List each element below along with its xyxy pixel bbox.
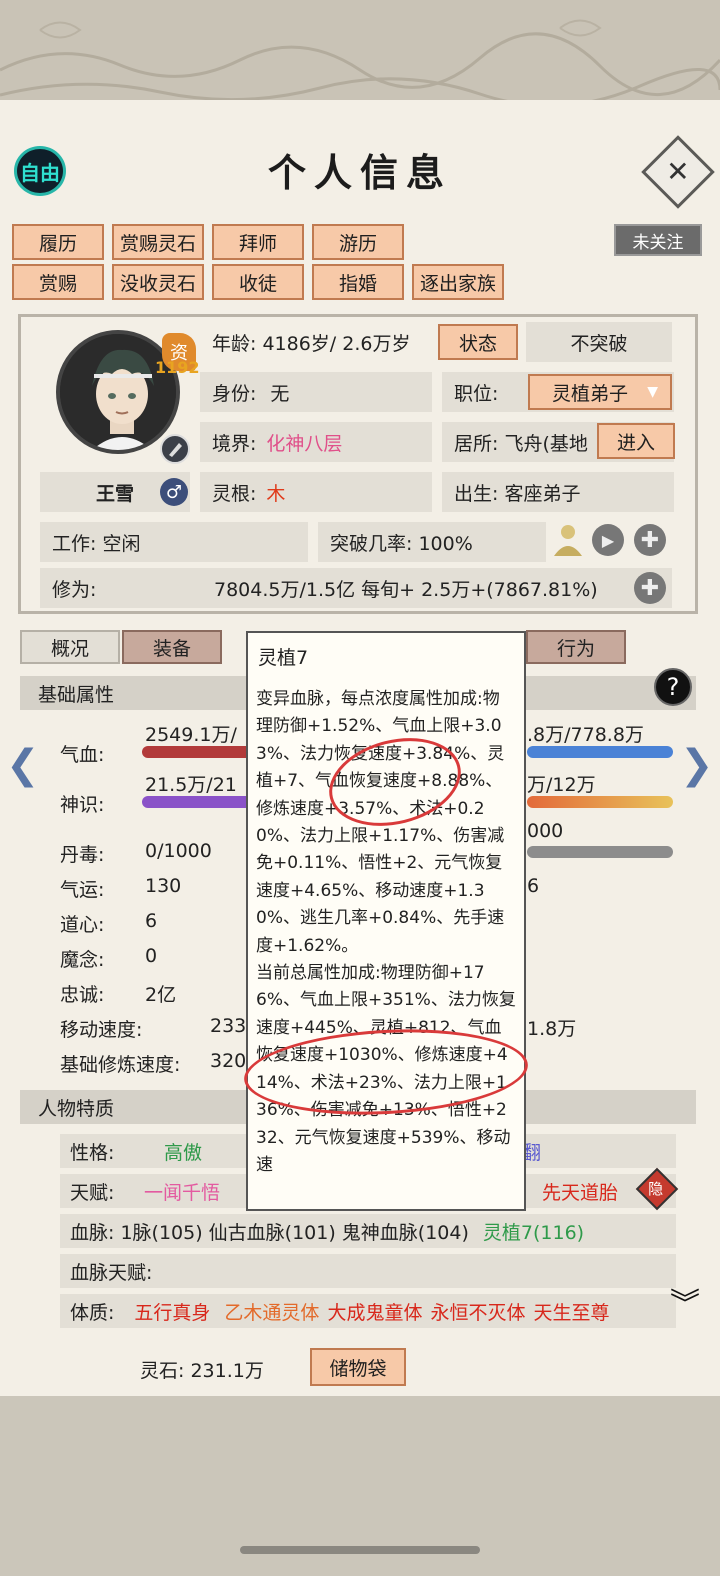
breakthrough-rate-field: 突破几率: 100% bbox=[318, 522, 546, 562]
male-gender-icon: ♂ bbox=[160, 478, 188, 506]
identity-field: 身份: 无 bbox=[200, 372, 432, 412]
hp-value: 2549.1万/ bbox=[145, 724, 237, 746]
right-value-3: 000 bbox=[527, 820, 564, 842]
follow-button[interactable]: 未关注 bbox=[614, 224, 702, 256]
loyalty-label: 忠诚: bbox=[60, 984, 105, 1006]
play-icon[interactable]: ▶ bbox=[592, 524, 624, 556]
reward-stones-button[interactable]: 赏赐灵石 bbox=[112, 224, 204, 260]
expand-more-icon[interactable]: ︾ bbox=[670, 1290, 700, 1320]
page-title: 个人信息 bbox=[267, 150, 452, 195]
spirit-value: 21.5万/21 bbox=[145, 774, 237, 796]
plus-icon[interactable]: ✚ bbox=[634, 524, 666, 556]
stamina-value: 万/12万 bbox=[527, 774, 596, 796]
tab-behavior[interactable]: 行为 bbox=[526, 630, 626, 664]
previous-arrow-icon[interactable]: ❮ bbox=[6, 742, 40, 788]
stamina-bar bbox=[527, 796, 673, 808]
gray-bar bbox=[527, 846, 673, 858]
hp-bar bbox=[142, 746, 252, 758]
dao-heart-label: 道心: bbox=[60, 914, 105, 936]
no-breakthrough-button[interactable]: 不突破 bbox=[526, 322, 672, 362]
work-field: 工作: 空闲 bbox=[40, 522, 308, 562]
move-speed-label: 移动速度: bbox=[60, 1019, 143, 1041]
base-cultivation-label: 基础修炼速度: bbox=[60, 1054, 181, 1076]
realm-field: 境界: 化神八层 bbox=[200, 422, 432, 462]
position-select[interactable]: 灵植弟子 ▼ bbox=[528, 374, 672, 410]
expel-button[interactable]: 逐出家族 bbox=[412, 264, 504, 300]
storage-bag-button[interactable]: 储物袋 bbox=[310, 1348, 406, 1386]
next-arrow-icon[interactable]: ❯ bbox=[680, 742, 714, 788]
hp-label: 气血: bbox=[60, 744, 105, 766]
bloodline-talent-row: 血脉天赋: bbox=[60, 1254, 676, 1288]
marriage-button[interactable]: 指婚 bbox=[312, 264, 404, 300]
spirit-bar bbox=[142, 796, 252, 808]
spirit-label: 神识: bbox=[60, 794, 105, 816]
mana-value: .8万/778.8万 bbox=[527, 724, 644, 746]
top-decoration bbox=[0, 0, 720, 110]
pill-poison-value: 0/1000 bbox=[145, 840, 212, 862]
tab-overview[interactable]: 概况 bbox=[20, 630, 120, 664]
enter-button[interactable]: 进入 bbox=[597, 423, 675, 459]
age-text: 年龄: 4186岁/ 2.6万岁 bbox=[212, 332, 411, 355]
demon-thought-value: 0 bbox=[145, 945, 158, 967]
mana-bar bbox=[527, 746, 673, 758]
physique-row: 体质: 五行真身 乙木通灵体 大成鬼童体 永恒不灭体 天生至尊 bbox=[60, 1294, 676, 1328]
help-icon[interactable]: ? bbox=[654, 668, 692, 706]
birth-field: 出生: 客座弟子 bbox=[442, 472, 674, 512]
cultivation-field: 修为: 7804.5万/1.5亿 每旬+ 2.5万+(7867.81%) bbox=[40, 568, 672, 608]
loyalty-value: 2亿 bbox=[145, 984, 177, 1006]
edit-avatar-icon[interactable] bbox=[160, 434, 190, 464]
base-cultivation-value: 320 bbox=[210, 1050, 247, 1072]
tab-equipment[interactable]: 装备 bbox=[122, 630, 222, 664]
bloodline-tooltip: 灵植7 变异血脉，每点浓度属性加成:物理防御+1.52%、气血上限+3.03%、… bbox=[246, 631, 526, 1211]
move-speed-value: 233 bbox=[210, 1015, 247, 1037]
spirit-root-field: 灵根: 木 bbox=[200, 472, 432, 512]
travel-button[interactable]: 游历 bbox=[312, 224, 404, 260]
reward-button[interactable]: 赏赐 bbox=[12, 264, 104, 300]
history-button[interactable]: 履历 bbox=[12, 224, 104, 260]
right-value-4: 6 bbox=[527, 875, 540, 897]
luck-value: 130 bbox=[145, 875, 182, 897]
chevron-down-icon: ▼ bbox=[647, 384, 658, 400]
aptitude-value: 1192 bbox=[155, 358, 200, 377]
status-button[interactable]: 状态 bbox=[438, 324, 518, 360]
add-cultivation-icon[interactable]: ✚ bbox=[634, 572, 666, 604]
bloodline-row: 血脉: 1脉(105) 仙古血脉(101) 鬼神血脉(104) 灵植7(116) bbox=[60, 1214, 676, 1248]
meditation-icon[interactable] bbox=[550, 522, 586, 560]
pill-poison-label: 丹毒: bbox=[60, 844, 105, 866]
apprentice-button[interactable]: 拜师 bbox=[212, 224, 304, 260]
right-value-5: 1.8万 bbox=[527, 1018, 577, 1040]
dao-heart-value: 6 bbox=[145, 910, 158, 932]
demon-thought-label: 魔念: bbox=[60, 949, 105, 971]
close-icon: ✕ bbox=[666, 155, 690, 188]
tooltip-title: 灵植7 bbox=[258, 647, 309, 669]
luck-label: 气运: bbox=[60, 879, 105, 901]
confiscate-stones-button[interactable]: 没收灵石 bbox=[112, 264, 204, 300]
home-indicator[interactable] bbox=[240, 1546, 480, 1554]
spirit-stones-text: 灵石: 231.1万 bbox=[140, 1360, 264, 1382]
take-disciple-button[interactable]: 收徒 bbox=[212, 264, 304, 300]
